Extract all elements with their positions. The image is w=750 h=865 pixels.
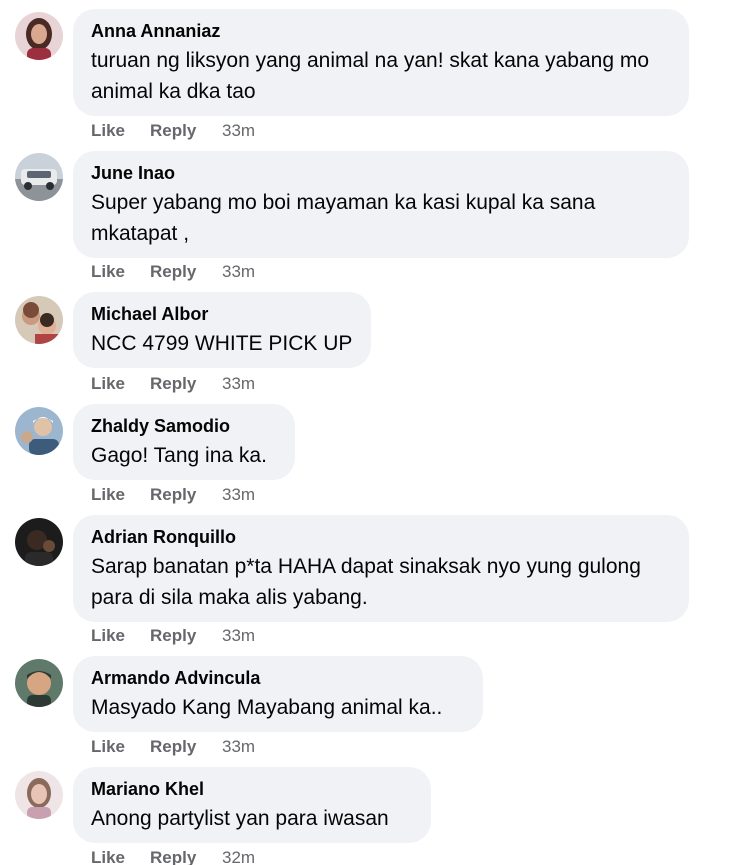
like-button[interactable]: Like	[91, 737, 150, 757]
like-button[interactable]: Like	[91, 262, 150, 282]
comment-author[interactable]: Adrian Ronquillo	[91, 525, 671, 549]
avatar[interactable]	[15, 407, 63, 455]
comment-bubble: Mariano Khel Anong partylist yan para iw…	[73, 767, 431, 843]
comment-bubble: Anna Annaniaz turuan ng liksyon yang ani…	[73, 9, 689, 116]
like-button[interactable]: Like	[91, 121, 150, 141]
comment-actions: Like Reply 33m	[91, 737, 255, 757]
reply-button[interactable]: Reply	[150, 737, 222, 757]
comment-actions: Like Reply 33m	[91, 626, 255, 646]
comment-bubble: Armando Advincula Masyado Kang Mayabang …	[73, 656, 483, 732]
comment-timestamp[interactable]: 33m	[222, 737, 255, 757]
reply-button[interactable]: Reply	[150, 374, 222, 394]
comment-actions: Like Reply 32m	[91, 848, 255, 865]
comment-bubble: Zhaldy Samodio Gago! Tang ina ka.	[73, 404, 295, 480]
reply-button[interactable]: Reply	[150, 262, 222, 282]
comment-actions: Like Reply 33m	[91, 262, 255, 282]
comment-timestamp[interactable]: 33m	[222, 121, 255, 141]
comment-text: Anong partylist yan para iwasan	[91, 807, 389, 830]
comment-text: Masyado Kang Mayabang animal ka..	[91, 696, 443, 719]
comment-text: Gago! Tang ina ka.	[91, 444, 267, 467]
comment-actions: Like Reply 33m	[91, 121, 255, 141]
comment-text: Super yabang mo boi mayaman ka kasi kupa…	[91, 191, 596, 245]
profile-photo-icon	[15, 407, 63, 455]
comment-timestamp[interactable]: 33m	[222, 262, 255, 282]
comment-author[interactable]: Michael Albor	[91, 302, 353, 326]
reply-button[interactable]: Reply	[150, 121, 222, 141]
comment-feed: Anna Annaniaz turuan ng liksyon yang ani…	[0, 0, 750, 865]
avatar[interactable]	[15, 659, 63, 707]
comment-text: Sarap banatan p*ta HAHA dapat sinaksak n…	[91, 555, 641, 609]
profile-photo-icon	[15, 659, 63, 707]
comment-timestamp[interactable]: 33m	[222, 485, 255, 505]
reply-button[interactable]: Reply	[150, 848, 222, 865]
comment-author[interactable]: Mariano Khel	[91, 777, 413, 801]
reply-button[interactable]: Reply	[150, 485, 222, 505]
comment-bubble: Adrian Ronquillo Sarap banatan p*ta HAHA…	[73, 515, 689, 622]
like-button[interactable]: Like	[91, 848, 150, 865]
comment-text: turuan ng liksyon yang animal na yan! sk…	[91, 49, 650, 103]
comment-author[interactable]: Anna Annaniaz	[91, 19, 671, 43]
avatar[interactable]	[15, 153, 63, 201]
profile-photo-icon	[15, 12, 63, 60]
avatar[interactable]	[15, 771, 63, 819]
comment-bubble: June Inao Super yabang mo boi mayaman ka…	[73, 151, 689, 258]
avatar[interactable]	[15, 12, 63, 60]
profile-photo-icon	[15, 296, 63, 344]
like-button[interactable]: Like	[91, 374, 150, 394]
comment-author[interactable]: Armando Advincula	[91, 666, 465, 690]
avatar[interactable]	[15, 296, 63, 344]
avatar[interactable]	[15, 518, 63, 566]
like-button[interactable]: Like	[91, 485, 150, 505]
comment-bubble: Michael Albor NCC 4799 WHITE PICK UP	[73, 292, 371, 368]
comment-actions: Like Reply 33m	[91, 485, 255, 505]
profile-photo-icon	[15, 153, 63, 201]
profile-photo-icon	[15, 771, 63, 819]
reply-button[interactable]: Reply	[150, 626, 222, 646]
comment-timestamp[interactable]: 33m	[222, 374, 255, 394]
comment-text: NCC 4799 WHITE PICK UP	[91, 332, 353, 355]
comment-timestamp[interactable]: 32m	[222, 848, 255, 865]
like-button[interactable]: Like	[91, 626, 150, 646]
profile-photo-icon	[15, 518, 63, 566]
comment-timestamp[interactable]: 33m	[222, 626, 255, 646]
comment-author[interactable]: June Inao	[91, 161, 671, 185]
comment-actions: Like Reply 33m	[91, 374, 255, 394]
comment-author[interactable]: Zhaldy Samodio	[91, 414, 277, 438]
